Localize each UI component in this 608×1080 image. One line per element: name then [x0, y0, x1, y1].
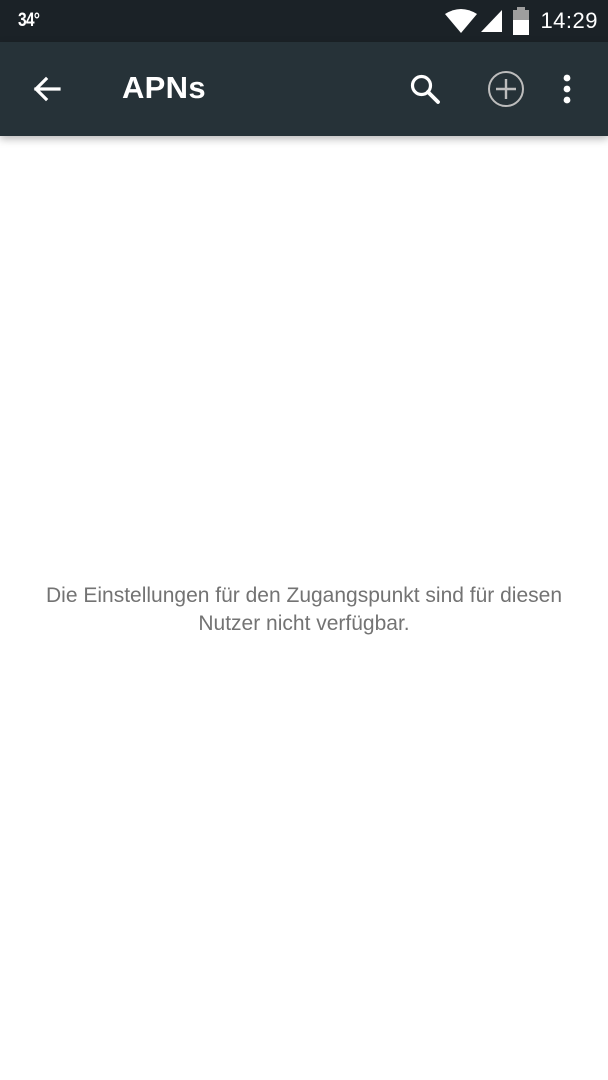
status-time: 14:29: [540, 8, 598, 33]
status-icons: 14:29: [444, 0, 598, 42]
status-bar: 34° 14:29: [0, 0, 608, 42]
empty-state-message: Die Einstellungen für den Zugangspunkt s…: [46, 584, 562, 635]
page-title: APNs: [122, 70, 206, 105]
search-button[interactable]: [400, 64, 450, 114]
arrow-back-icon: [32, 74, 62, 104]
signal-icon: [480, 9, 504, 33]
more-vert-icon: [562, 74, 572, 104]
more-options-button[interactable]: [542, 64, 592, 114]
add-circle-icon: [487, 70, 525, 108]
add-apn-button[interactable]: [481, 64, 531, 114]
search-icon: [409, 73, 441, 105]
wifi-icon: [444, 8, 478, 34]
status-temperature: 34°: [18, 10, 40, 31]
back-button[interactable]: [20, 65, 74, 113]
battery-icon: [512, 7, 530, 35]
toolbar: APNs: [0, 42, 608, 136]
main-content: Die Einstellungen für den Zugangspunkt s…: [0, 136, 608, 1080]
